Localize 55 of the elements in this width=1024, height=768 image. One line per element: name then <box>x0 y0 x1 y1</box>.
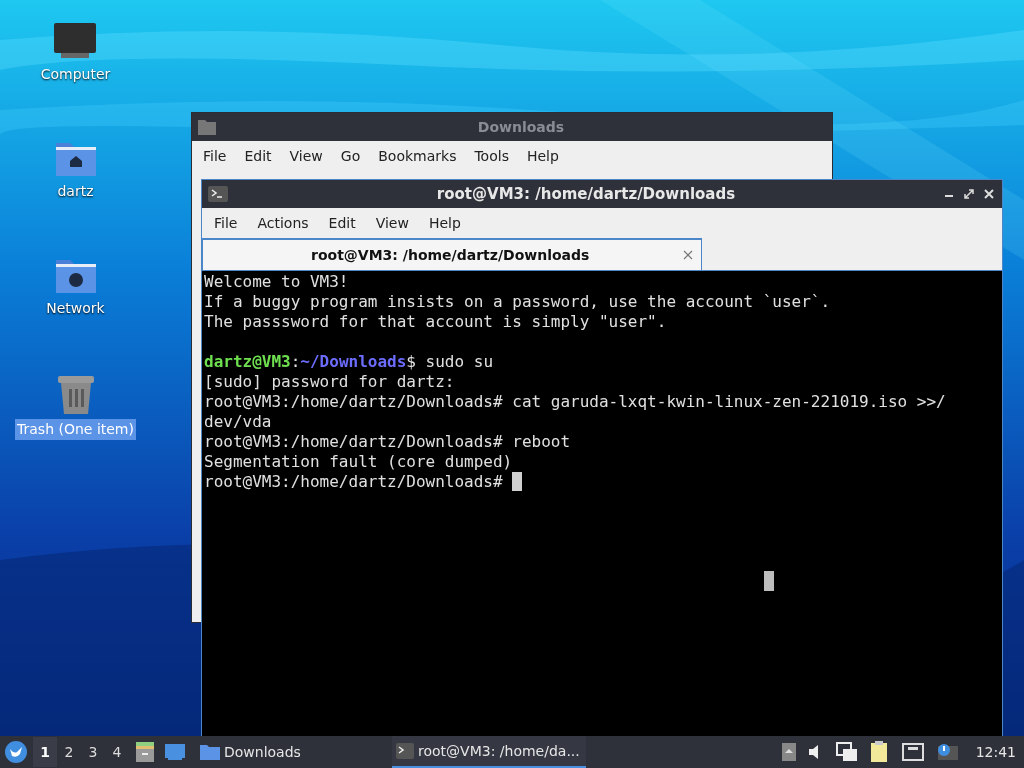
workspace-button[interactable]: 3 <box>81 737 105 767</box>
terminal-text: Segmentation fault (core dumped) <box>204 452 513 472</box>
folder-icon <box>198 119 216 135</box>
menu-item[interactable]: File <box>204 212 248 234</box>
menu-item[interactable]: Help <box>517 145 568 167</box>
terminal-text: If a buggy program insists on a password, use the account `user`. <box>204 292 831 312</box>
workspace-button[interactable]: 4 <box>105 737 129 767</box>
menu-item[interactable]: Help <box>418 212 471 234</box>
menu-item[interactable]: Tools <box>465 145 518 167</box>
terminal-screen[interactable] <box>202 270 1002 738</box>
terminal-icon <box>396 743 414 759</box>
close-icon[interactable] <box>683 250 693 260</box>
terminal-icon <box>208 186 228 202</box>
terminal-text: $ sudo su <box>406 352 493 372</box>
folder-icon <box>200 744 220 760</box>
terminal-text: ~/Downloads <box>300 352 407 372</box>
menu-item[interactable]: Edit <box>318 212 366 234</box>
file-cabinet-icon[interactable] <box>135 741 155 763</box>
terminal-text: dev/vda <box>204 412 272 432</box>
window-switch-icon[interactable] <box>835 742 858 762</box>
task-button[interactable]: root@VM3: /home/da... <box>392 736 586 768</box>
terminal-text: : <box>290 352 301 372</box>
clock[interactable]: 12:41 <box>975 741 1016 763</box>
workspace-button[interactable]: 2 <box>57 737 81 767</box>
menu-item[interactable]: View <box>365 212 419 234</box>
terminal-tab[interactable]: root@VM3: /home/dartz/Downloads <box>202 238 702 270</box>
maximize-icon[interactable] <box>964 189 974 199</box>
mouse-cursor-icon <box>764 571 774 591</box>
terminal-text: Welcome to VM3! <box>204 272 349 292</box>
terminal-text: [sudo] password for dartz: <box>204 372 455 392</box>
terminal-text: root@VM3:/home/dartz/Downloads# cat garuda-lxqt-kwin-linux-zen-221019.iso >>/ <box>204 392 946 412</box>
menu-item[interactable]: View <box>280 145 332 167</box>
desktop-icon[interactable] <box>164 743 186 761</box>
terminal-text: root@VM3:/home/dartz/Downloads# <box>204 472 504 492</box>
tab-label: root@VM3: /home/dartz/Downloads <box>311 245 591 265</box>
terminal-text: root@VM3:/home/dartz/Downloads# reboot <box>204 432 571 452</box>
text-cursor <box>512 472 523 491</box>
terminal-text: The passsword for that account is simply "user". <box>204 312 667 332</box>
menu-item[interactable]: Edit <box>235 145 281 167</box>
window-title: Downloads <box>476 117 566 137</box>
network-port-icon[interactable] <box>901 743 924 761</box>
note-icon[interactable] <box>869 741 890 763</box>
window-title: root@VM3: /home/dartz/Downloads <box>435 183 737 205</box>
menu-item[interactable]: File <box>194 145 236 167</box>
menu-item[interactable]: Actions <box>247 212 319 234</box>
workspace-button[interactable]: 1 <box>33 737 57 767</box>
desktop-icon-label[interactable]: Network <box>44 298 107 319</box>
monitor-icon <box>53 22 98 60</box>
task-button[interactable]: Downloads <box>196 736 392 768</box>
terminal-text: dartz@VM3 <box>204 352 291 372</box>
notification-icon[interactable] <box>935 743 958 761</box>
menu-item[interactable]: Bookmarks <box>369 145 466 167</box>
trash-icon <box>56 373 95 415</box>
menu-item[interactable]: Go <box>331 145 370 167</box>
eject-icon[interactable] <box>781 743 796 761</box>
